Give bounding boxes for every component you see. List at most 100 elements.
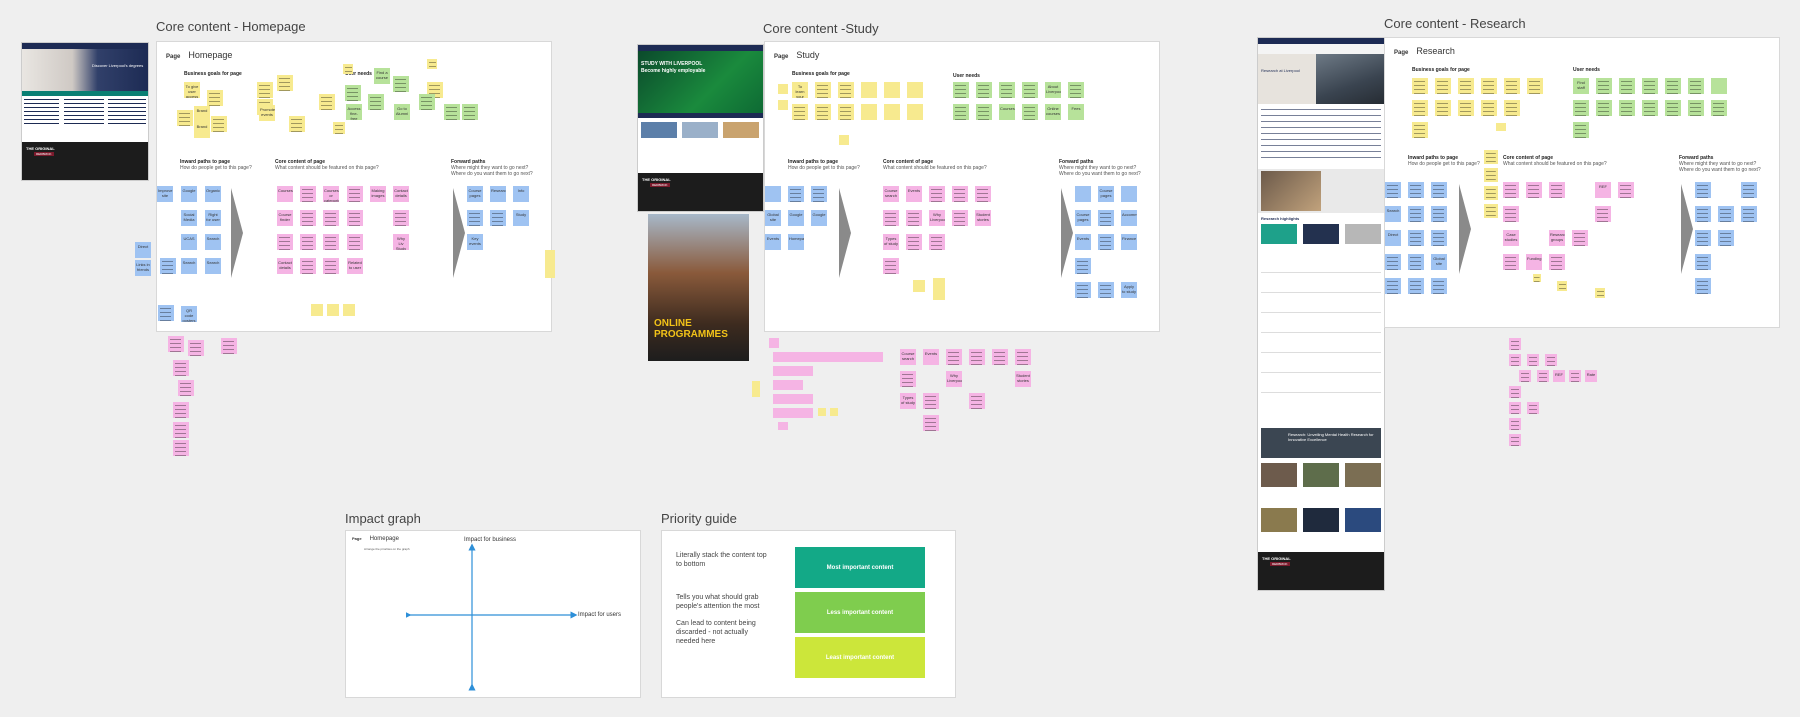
sticky-note[interactable] xyxy=(778,100,788,110)
sticky-note[interactable] xyxy=(311,304,323,316)
sticky-note[interactable] xyxy=(1408,278,1424,294)
sticky-note[interactable] xyxy=(1412,78,1428,94)
sticky-note[interactable] xyxy=(1595,288,1605,298)
sticky-note[interactable] xyxy=(1509,402,1521,414)
sticky-note[interactable] xyxy=(818,408,826,416)
sticky-note[interactable]: To give user access xyxy=(184,82,200,98)
sticky-note[interactable] xyxy=(1549,254,1565,270)
sticky-note[interactable] xyxy=(393,210,409,226)
sticky-note[interactable] xyxy=(1619,100,1635,116)
sticky-note[interactable] xyxy=(953,82,969,98)
sticky-note[interactable] xyxy=(1458,78,1474,94)
sticky-note[interactable] xyxy=(1412,122,1428,138)
sticky-note[interactable] xyxy=(1596,78,1612,94)
sticky-note[interactable]: Events xyxy=(923,349,939,365)
sticky-note[interactable] xyxy=(1595,206,1611,222)
sticky-note[interactable] xyxy=(1435,78,1451,94)
sticky-note[interactable] xyxy=(1484,150,1498,164)
impact-graph-board[interactable]: Page Homepage Arrange the priorities on t… xyxy=(345,530,641,698)
sticky-note[interactable]: Key events xyxy=(467,234,483,250)
sticky-note[interactable] xyxy=(1504,78,1520,94)
sticky-note[interactable]: Why Liv Study xyxy=(393,234,409,250)
sticky-note[interactable]: Find a course xyxy=(374,68,390,84)
sticky-note[interactable] xyxy=(788,186,804,202)
sticky-note[interactable] xyxy=(1431,182,1447,198)
sticky-note[interactable] xyxy=(1642,78,1658,94)
sticky-note[interactable] xyxy=(1572,230,1588,246)
sticky-note[interactable]: Funding xyxy=(1526,254,1542,270)
sticky-note[interactable] xyxy=(1573,100,1589,116)
sticky-note[interactable] xyxy=(1408,206,1424,222)
sticky-note[interactable] xyxy=(1573,122,1589,138)
sticky-note[interactable] xyxy=(1695,278,1711,294)
sticky-note[interactable] xyxy=(953,104,969,120)
sticky-note[interactable]: Global site xyxy=(1431,254,1447,270)
sticky-note[interactable] xyxy=(923,415,939,431)
sticky-note[interactable] xyxy=(345,85,361,101)
sticky-note[interactable] xyxy=(1618,182,1634,198)
sticky-note[interactable] xyxy=(752,381,760,397)
priority-guide-board[interactable]: Literally stack the content top to botto… xyxy=(661,530,956,698)
sticky-note[interactable]: Events xyxy=(1075,234,1091,250)
sticky-note[interactable] xyxy=(188,340,204,356)
sticky-note[interactable] xyxy=(368,94,384,110)
sticky-note[interactable] xyxy=(490,210,506,226)
sticky-note[interactable]: Apply to study xyxy=(1121,282,1137,298)
sticky-note[interactable] xyxy=(1098,210,1114,226)
nav-bar[interactable] xyxy=(1258,44,1384,54)
sticky-note[interactable]: Go to Alumni xyxy=(394,104,410,120)
sticky-note[interactable] xyxy=(419,94,435,110)
sticky-note[interactable] xyxy=(343,64,353,74)
sticky-note[interactable]: Search xyxy=(1385,206,1401,222)
sticky-note[interactable] xyxy=(815,104,831,120)
priority-box-least[interactable]: Least important content xyxy=(795,637,925,678)
sticky-note[interactable] xyxy=(1711,78,1727,94)
sticky-note[interactable]: Course pages xyxy=(467,186,483,202)
sticky-note[interactable] xyxy=(1458,100,1474,116)
sticky-note[interactable] xyxy=(1484,204,1498,218)
sticky-note[interactable]: Types of study xyxy=(883,234,899,250)
sticky-note[interactable]: Making images xyxy=(370,186,386,202)
sticky-note[interactable] xyxy=(830,408,838,416)
sticky-note[interactable] xyxy=(976,82,992,98)
sticky-note[interactable] xyxy=(393,76,409,92)
sticky-note[interactable]: Events xyxy=(765,234,781,250)
homepage-screenshot[interactable]: Discover Liverpool's degrees THE ORIGINA… xyxy=(21,42,149,181)
sticky-note[interactable] xyxy=(289,116,305,132)
sticky-note[interactable] xyxy=(1665,100,1681,116)
sticky-note[interactable] xyxy=(1385,254,1401,270)
sticky-note[interactable] xyxy=(160,258,176,274)
sticky-note[interactable] xyxy=(1412,100,1428,116)
sticky-note[interactable] xyxy=(1557,281,1567,291)
sticky-note[interactable]: Fees xyxy=(1068,104,1084,120)
sticky-note[interactable]: Student stories xyxy=(1015,371,1031,387)
sticky-note[interactable] xyxy=(1527,402,1539,414)
study-screenshot[interactable]: STUDY WITH LIVERPOOL Become highly emplo… xyxy=(637,44,764,212)
sticky-note[interactable] xyxy=(257,82,273,98)
sticky-note[interactable] xyxy=(778,422,788,430)
sticky-note[interactable]: Find staff xyxy=(1573,78,1589,94)
sticky-note[interactable] xyxy=(221,338,237,354)
sticky-note[interactable] xyxy=(1711,100,1727,116)
sticky-note[interactable] xyxy=(1503,254,1519,270)
sticky-note[interactable] xyxy=(1431,206,1447,222)
sticky-note[interactable] xyxy=(1385,182,1401,198)
sticky-note[interactable] xyxy=(884,104,900,120)
sticky-note[interactable]: Contact details xyxy=(393,186,409,202)
sticky-note[interactable] xyxy=(327,304,339,316)
sticky-note[interactable] xyxy=(323,210,339,226)
sticky-note[interactable]: Courses xyxy=(277,186,293,202)
sticky-note[interactable] xyxy=(1431,278,1447,294)
sticky-note[interactable] xyxy=(300,258,316,274)
online-programmes-poster[interactable]: ONLINE PROGRAMMES xyxy=(648,214,749,361)
sticky-note[interactable]: Info xyxy=(513,186,529,202)
sticky-note[interactable] xyxy=(444,104,460,120)
sticky-note[interactable]: Brand xyxy=(194,122,210,138)
sticky-note[interactable] xyxy=(1022,104,1038,120)
sticky-note[interactable]: Google xyxy=(788,210,804,226)
video-thumbnail[interactable] xyxy=(1261,171,1321,211)
sticky-note[interactable] xyxy=(277,234,293,250)
sticky-note[interactable] xyxy=(969,393,985,409)
sticky-note[interactable] xyxy=(347,210,363,226)
sticky-note[interactable] xyxy=(1481,78,1497,94)
